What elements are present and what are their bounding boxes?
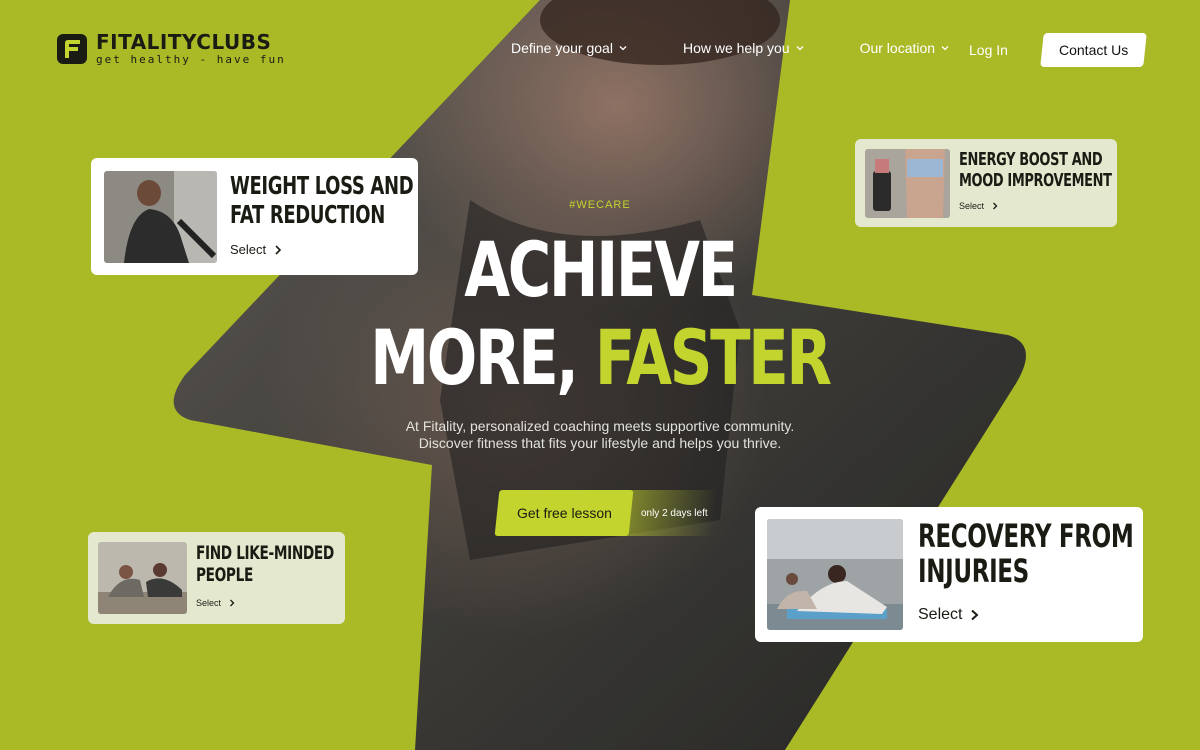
card-photo (767, 519, 903, 630)
card-title: FIND LIKE-MINDED PEOPLE (196, 542, 344, 586)
nav-how-we-help[interactable]: How we help you (683, 40, 804, 56)
chevron-down-icon (619, 46, 627, 51)
chevron-right-icon (993, 202, 998, 210)
card-title-line1: FIND LIKE-MINDED (196, 542, 334, 564)
nav-our-location[interactable]: Our location (860, 40, 949, 56)
goal-card-like-minded[interactable]: FIND LIKE-MINDED PEOPLE Select (88, 532, 345, 624)
card-title-line1: RECOVERY FROM (918, 517, 1134, 555)
contact-us-label: Contact Us (1058, 42, 1129, 58)
hero-subtitle: At Fitality, personalized coaching meets… (0, 418, 1200, 452)
card-title: ENERGY BOOST AND MOOD IMPROVEMENT (959, 149, 1114, 191)
select-link[interactable]: Select (230, 242, 282, 257)
card-title-line2: INJURIES (918, 552, 1029, 590)
card-title-line2: PEOPLE (196, 564, 253, 586)
card-title-line1: ENERGY BOOST AND (959, 149, 1103, 170)
chevron-right-icon (971, 609, 979, 621)
main-nav: Define your goal How we help you Our loc… (511, 40, 1005, 56)
nav-item-label: How we help you (682, 40, 790, 56)
card-photo (98, 542, 187, 614)
cta-note-text: only 2 days left (641, 507, 708, 519)
chevron-down-icon (796, 46, 804, 51)
nav-item-label: Define your goal (511, 40, 613, 56)
brand-logo[interactable]: FITALITYCLUBS get healthy - have fun (56, 32, 286, 65)
card-title-line2: FAT REDUCTION (230, 200, 385, 229)
select-label: Select (959, 201, 985, 211)
card-title: RECOVERY FROM INJURIES (918, 519, 1134, 589)
card-title-line2: MOOD IMPROVEMENT (959, 170, 1112, 191)
chevron-right-icon (275, 244, 282, 255)
select-label: Select (230, 242, 267, 257)
select-label: Select (196, 598, 222, 608)
contact-us-button[interactable]: Contact Us (1040, 33, 1147, 67)
nav-item-label: Our location (859, 40, 936, 56)
card-title-line1: WEIGHT LOSS AND (230, 171, 414, 200)
headline-line2-white: MORE, (370, 313, 579, 402)
cta-note: only 2 days left (622, 490, 718, 536)
brand-name: FITALITYCLUBS (96, 30, 272, 54)
logo-f-icon (57, 33, 87, 64)
card-photo (104, 171, 217, 263)
nav-define-goal[interactable]: Define your goal (511, 40, 627, 56)
cta-label: Get free lesson (516, 505, 612, 521)
card-photo (865, 149, 950, 218)
goal-card-energy-boost[interactable]: ENERGY BOOST AND MOOD IMPROVEMENT Select (855, 139, 1117, 227)
chevron-right-icon (230, 599, 235, 607)
chevron-down-icon (941, 46, 949, 51)
select-link[interactable]: Select (918, 606, 979, 624)
select-label: Select (918, 606, 963, 623)
goal-card-recovery[interactable]: RECOVERY FROM INJURIES Select (755, 507, 1143, 642)
goal-card-weight-loss[interactable]: WEIGHT LOSS AND FAT REDUCTION Select (91, 158, 418, 275)
get-free-lesson-button[interactable]: Get free lesson (494, 490, 634, 536)
cta-group: Get free lesson only 2 days left (494, 490, 718, 536)
login-link[interactable]: Log In (969, 42, 1008, 58)
select-link[interactable]: Select (959, 201, 998, 211)
headline-line2-accent: FASTER (594, 313, 832, 402)
select-link[interactable]: Select (196, 598, 235, 608)
subtitle-line2: Discover fitness that fits your lifestyl… (418, 435, 782, 451)
subtitle-line1: At Fitality, personalized coaching meets… (405, 418, 795, 434)
brand-tagline: get healthy - have fun (96, 53, 286, 66)
card-title: WEIGHT LOSS AND FAT REDUCTION (230, 171, 417, 229)
